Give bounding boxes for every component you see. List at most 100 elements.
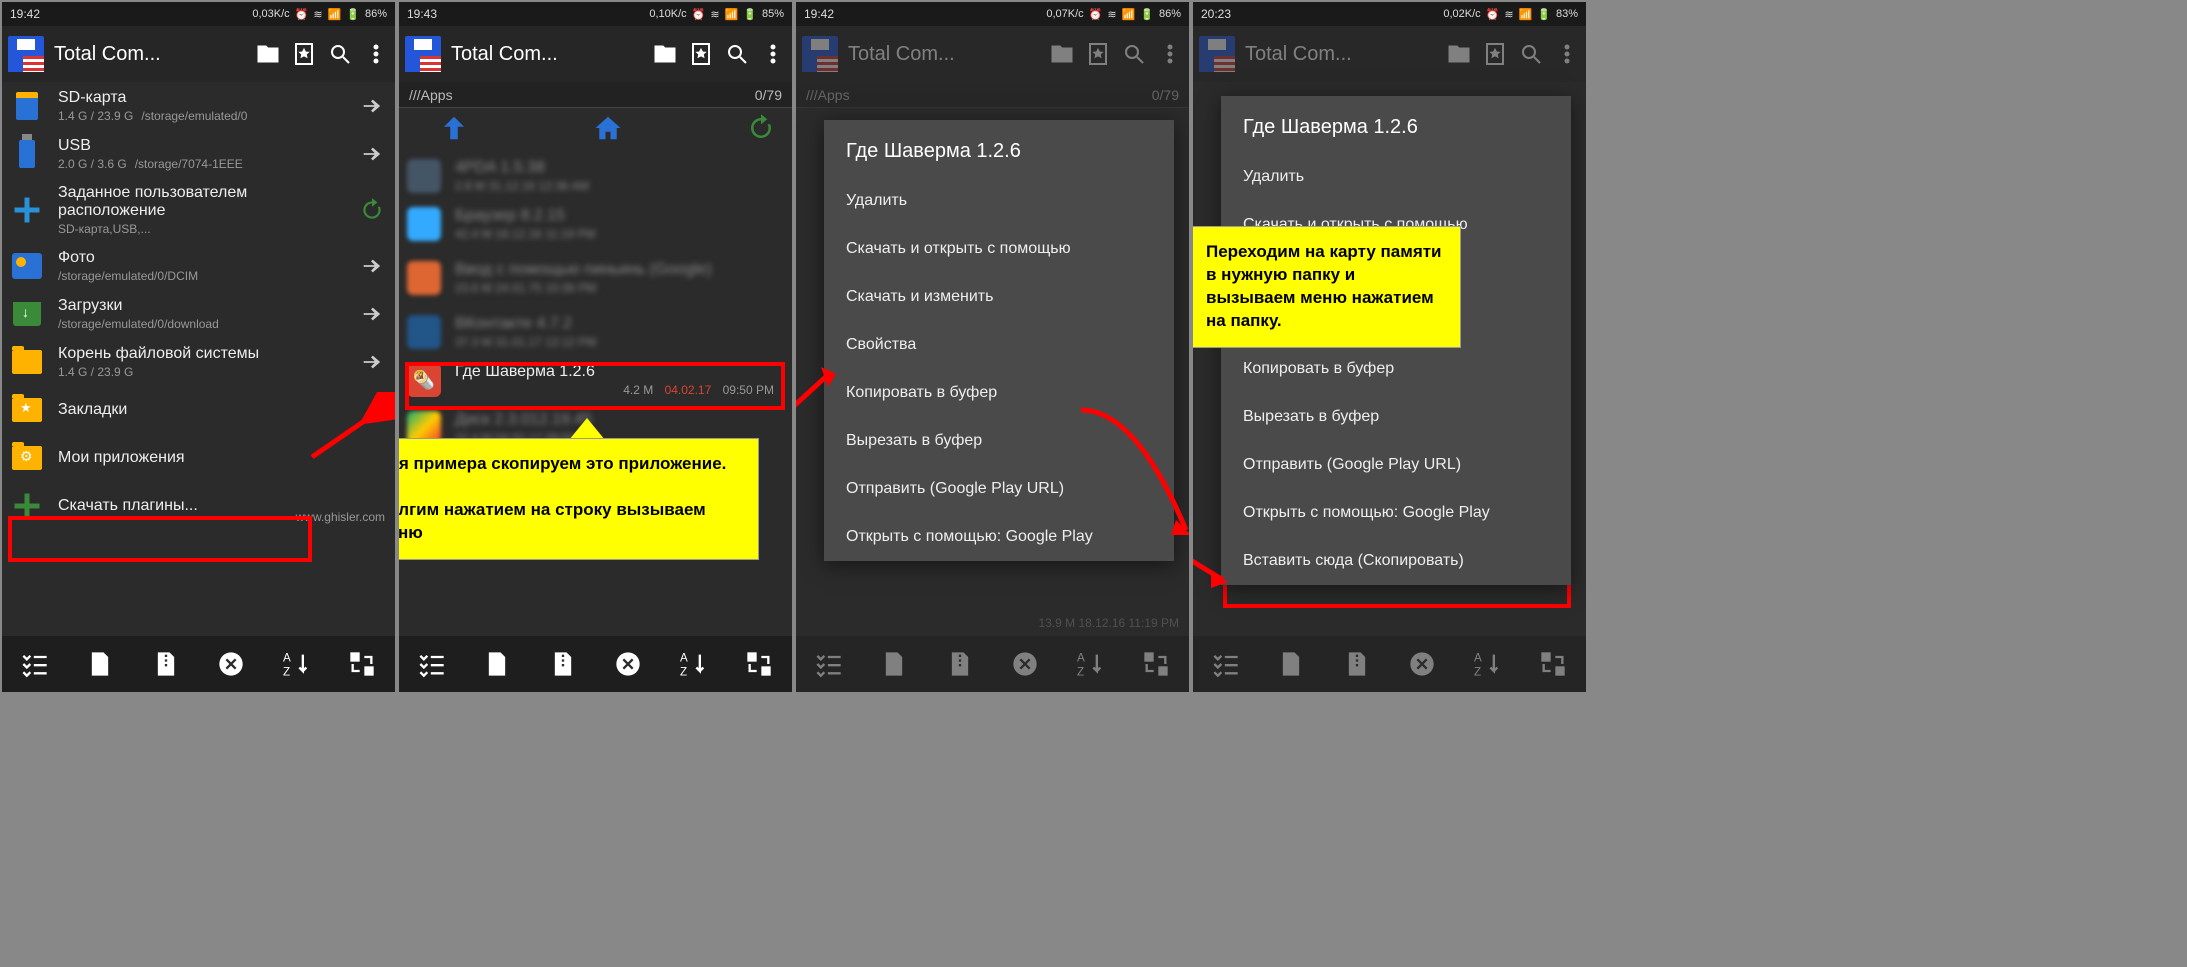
item-count: 0/79 [755, 87, 782, 103]
menu-item-delete[interactable]: Удалить [1221, 153, 1571, 201]
folder-icon[interactable] [652, 41, 678, 67]
row-sdcard[interactable]: SD-карта 1.4 G / 23.9 G/storage/emulated… [2, 82, 395, 130]
swap-icon[interactable] [743, 648, 775, 680]
bookmark-page-icon[interactable] [291, 41, 317, 67]
status-bar: 20:23 0,02K/c ⏰≋📶🔋 83% [1193, 2, 1586, 26]
row-user-location[interactable]: Заданное пользователем расположение SD-к… [2, 178, 395, 242]
arrow-right-icon[interactable] [357, 95, 385, 117]
list-item[interactable]: ВКонтакте 4.7.237.3 M 31.01.17 12:12 PM [399, 308, 792, 356]
svg-text:Z: Z [1077, 666, 1084, 678]
search-icon[interactable] [1121, 41, 1147, 67]
sort-icon[interactable]: AZ [1472, 648, 1504, 680]
bookmark-page-icon[interactable] [1085, 41, 1111, 67]
row-photo[interactable]: Фото /storage/emulated/0/DCIM [2, 242, 395, 290]
file-icon[interactable] [84, 648, 116, 680]
folder-icon[interactable] [1446, 41, 1472, 67]
overflow-icon[interactable] [363, 41, 389, 67]
delete-icon[interactable] [1009, 648, 1041, 680]
swap-icon[interactable] [346, 648, 378, 680]
screenshot-1: 19:42 0,03K/c ⏰ ≋ 📶 🔋 86% Total Com... S… [2, 2, 395, 692]
row-root-fs[interactable]: Корень файловой системы 1.4 G / 23.9 G [2, 338, 395, 386]
menu-item-copy-clipboard[interactable]: Копировать в буфер [824, 369, 1174, 417]
list-item[interactable]: 4PDA 1.5.382.8 M 31.12.16 12:36 AM [399, 152, 792, 200]
row-downloads[interactable]: Загрузки /storage/emulated/0/download [2, 290, 395, 338]
zip-icon[interactable] [944, 648, 976, 680]
search-icon[interactable] [1518, 41, 1544, 67]
bottom-toolbar: AZ [1193, 636, 1586, 692]
menu-item-copy-clipboard[interactable]: Копировать в буфер [1221, 345, 1571, 393]
folder-icon[interactable] [1049, 41, 1075, 67]
status-bar: 19:42 0,03K/c ⏰ ≋ 📶 🔋 86% [2, 2, 395, 26]
bookmark-page-icon[interactable] [1482, 41, 1508, 67]
plus-icon [6, 192, 48, 228]
bookmark-folder-icon [12, 398, 42, 422]
arrow-right-icon[interactable] [357, 303, 385, 325]
svg-text:A: A [1474, 652, 1482, 665]
refresh-icon[interactable] [746, 113, 776, 148]
folder-icon[interactable] [255, 41, 281, 67]
arrow-right-icon[interactable] [357, 143, 385, 165]
zip-icon[interactable] [150, 648, 182, 680]
select-icon[interactable] [19, 648, 51, 680]
svg-text:Z: Z [680, 666, 687, 678]
zip-icon[interactable] [547, 648, 579, 680]
wifi-icon: ≋ [313, 8, 322, 21]
menu-item-download-edit[interactable]: Скачать и изменить [824, 273, 1174, 321]
row-download-plugins[interactable]: Скачать плагины... www.ghisler.com [2, 482, 395, 530]
menu-item-cut-clipboard[interactable]: Вырезать в буфер [824, 417, 1174, 465]
menu-item-properties[interactable]: Свойства [824, 321, 1174, 369]
select-icon[interactable] [416, 648, 448, 680]
up-arrow-icon[interactable] [439, 113, 469, 148]
svg-text:Z: Z [1474, 666, 1481, 678]
bookmark-page-icon[interactable] [688, 41, 714, 67]
row-bookmarks[interactable]: Закладки [2, 386, 395, 434]
svg-text:Z: Z [283, 666, 290, 678]
delete-icon[interactable] [1406, 648, 1438, 680]
menu-title: Где Шаверма 1.2.6 [1221, 96, 1571, 153]
menu-item-open-gplay[interactable]: Открыть с помощью: Google Play [1221, 489, 1571, 537]
file-icon[interactable] [481, 648, 513, 680]
list-item[interactable]: Браузер 8.2.1542.4 M 18.12.16 11:19 PM [399, 200, 792, 248]
delete-icon[interactable] [612, 648, 644, 680]
search-icon[interactable] [327, 41, 353, 67]
status-speed: 0,03K/c [252, 8, 289, 20]
row-shaverma-app[interactable]: 🌯 Где Шаверма 1.2.6 4.2 M 04.02.17 09:50… [399, 356, 792, 404]
row-usb[interactable]: USB 2.0 G / 3.6 G/storage/7074-1EEE [2, 130, 395, 178]
file-icon[interactable] [1275, 648, 1307, 680]
bottom-toolbar: AZ [796, 636, 1189, 692]
list-item[interactable]: Ввод с помощью пиньинь (Google)23.6 M 24… [399, 248, 792, 308]
overflow-icon[interactable] [760, 41, 786, 67]
home-icon[interactable] [593, 113, 623, 148]
sort-icon[interactable]: AZ [1075, 648, 1107, 680]
menu-item-cut-clipboard[interactable]: Вырезать в буфер [1221, 393, 1571, 441]
menu-item-delete[interactable]: Удалить [824, 177, 1174, 225]
swap-icon[interactable] [1140, 648, 1172, 680]
search-icon[interactable] [724, 41, 750, 67]
refresh-icon[interactable] [358, 197, 385, 223]
file-icon[interactable] [878, 648, 910, 680]
menu-item-paste-here[interactable]: Вставить сюда (Скопировать) [1221, 537, 1571, 585]
sort-icon[interactable]: AZ [281, 648, 313, 680]
screenshot-2: 19:43 0,10K/c ⏰≋📶🔋 85% Total Com... ///A… [399, 2, 792, 692]
row-my-apps[interactable]: Мои приложения [2, 434, 395, 482]
overflow-icon[interactable] [1157, 41, 1183, 67]
menu-item-send-gplay[interactable]: Отправить (Google Play URL) [824, 465, 1174, 513]
menu-item-open-gplay[interactable]: Открыть с помощью: Google Play [824, 513, 1174, 561]
arrow-right-icon[interactable] [357, 351, 385, 373]
path-bar[interactable]: ///Apps 0/79 [399, 82, 792, 108]
select-icon[interactable] [813, 648, 845, 680]
status-bar: 19:43 0,10K/c ⏰≋📶🔋 85% [399, 2, 792, 26]
overflow-icon[interactable] [1554, 41, 1580, 67]
menu-item-send-gplay[interactable]: Отправить (Google Play URL) [1221, 441, 1571, 489]
sort-icon[interactable]: AZ [678, 648, 710, 680]
select-icon[interactable] [1210, 648, 1242, 680]
menu-item-download-open[interactable]: Скачать и открыть с помощью [824, 225, 1174, 273]
arrow-right-icon[interactable] [357, 255, 385, 277]
status-bar: 19:42 0,07K/c ⏰≋📶🔋 86% [796, 2, 1189, 26]
swap-icon[interactable] [1537, 648, 1569, 680]
menu-title: Где Шаверма 1.2.6 [824, 120, 1174, 177]
svg-text:A: A [680, 652, 688, 665]
storage-list: SD-карта 1.4 G / 23.9 G/storage/emulated… [2, 82, 395, 530]
delete-icon[interactable] [215, 648, 247, 680]
zip-icon[interactable] [1341, 648, 1373, 680]
